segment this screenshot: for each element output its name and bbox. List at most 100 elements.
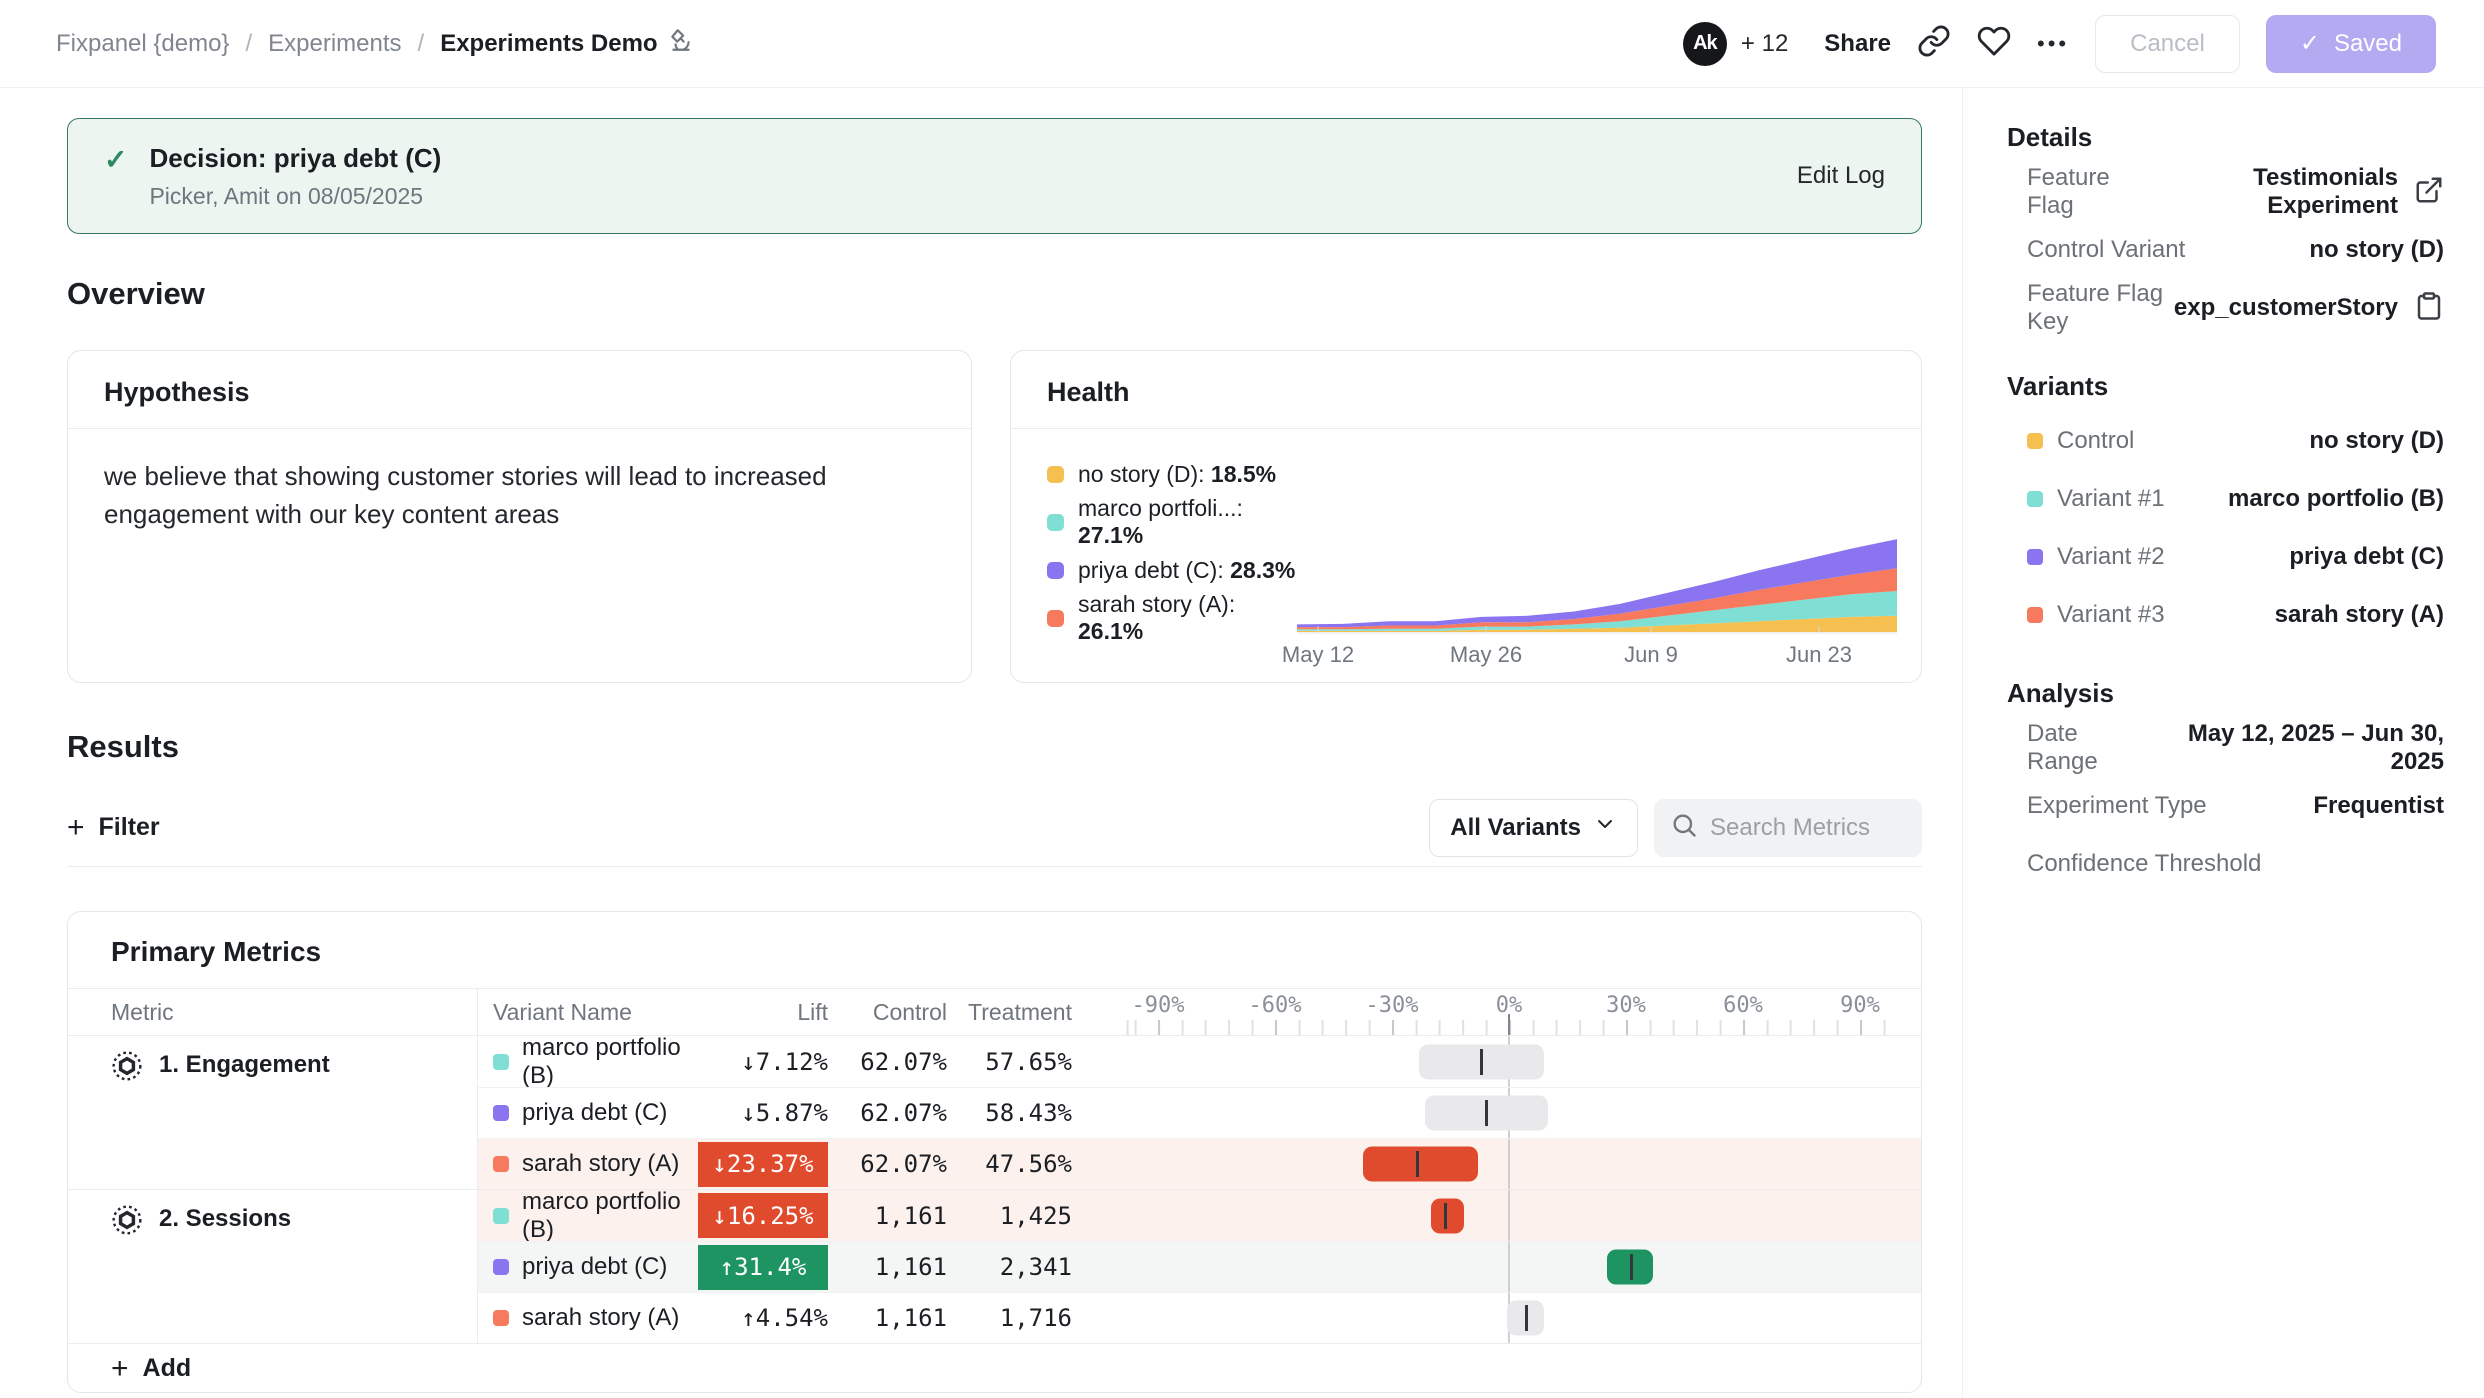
lift-value: ↓5.87% <box>741 1099 828 1127</box>
legend-swatch <box>1047 466 1064 483</box>
sidebar-row-value: Frequentist <box>2313 792 2444 820</box>
lift-cell: ↓7.12% <box>698 1036 828 1087</box>
variant-swatch <box>2027 607 2043 623</box>
breadcrumb-experiments[interactable]: Experiments <box>268 30 401 58</box>
ci-midline <box>1630 1254 1633 1280</box>
sidebar-row-label: Feature Flag Key <box>2027 280 2174 336</box>
hypothesis-text: we believe that showing customer stories… <box>68 429 948 561</box>
ci-plot-cell <box>1119 1139 1899 1189</box>
results-heading: Results <box>67 729 1922 765</box>
favorite-heart-icon[interactable] <box>1977 24 2011 63</box>
sidebar-row: Variant #3sarah story (A) <box>2007 586 2444 644</box>
control-value: 1,161 <box>828 1253 953 1281</box>
axis-tick-label: 60% <box>1723 993 1763 1018</box>
sidebar-section-heading: Variants <box>2007 371 2444 402</box>
breadcrumb-current[interactable]: Experiments Demo <box>440 27 693 60</box>
microscope-icon <box>668 27 694 60</box>
sidebar-row: Confidence Threshold <box>2007 835 2444 893</box>
primary-metrics-title: Primary Metrics <box>68 912 1921 989</box>
sidebar-row-value: May 12, 2025 – Jun 30, 2025 <box>2147 720 2444 776</box>
legend-item: marco portfoli...: 27.1% <box>1047 507 1297 537</box>
variant-swatch <box>493 1259 509 1275</box>
x-tick-label: Jun 9 <box>1624 642 1678 668</box>
legend-label: no story (D): 18.5% <box>1078 461 1276 488</box>
table-row: marco portfolio (B)↓7.12%62.07%57.65% <box>478 1036 1921 1087</box>
collaborators-count[interactable]: + 12 <box>1741 30 1788 58</box>
saved-button[interactable]: ✓ Saved <box>2266 15 2436 73</box>
ci-midline <box>1444 1203 1447 1229</box>
sidebar-row-label: Variant #3 <box>2057 601 2165 629</box>
metric-name[interactable]: 2. Sessions <box>159 1202 291 1233</box>
hypothesis-card: Hypothesis we believe that showing custo… <box>67 350 972 683</box>
lift-badge: ↑31.4% <box>698 1245 828 1290</box>
search-metrics-box[interactable] <box>1654 799 1922 857</box>
variants-dropdown[interactable]: All Variants <box>1429 799 1638 857</box>
health-chart: May 12May 26Jun 9Jun 23 <box>1297 459 1897 668</box>
variant-cell: priya debt (C) <box>478 1099 698 1127</box>
sidebar-section-heading: Details <box>2007 122 2444 153</box>
col-metric: Metric <box>68 989 478 1035</box>
clipboard-icon[interactable] <box>2398 291 2444 326</box>
share-button[interactable]: Share <box>1824 30 1891 58</box>
treatment-value: 1,716 <box>953 1304 1078 1332</box>
lift-cell: ↓23.37% <box>698 1139 828 1189</box>
sidebar-row-value: marco portfolio (B) <box>2228 485 2444 513</box>
sidebar-row-value: priya debt (C) <box>2289 543 2444 571</box>
sidebar-row: Variant #1 marco portfolio (B) <box>2007 470 2444 528</box>
treatment-value: 1,425 <box>953 1202 1078 1230</box>
variant-swatch <box>2027 549 2043 565</box>
decision-title: Decision: priya debt (C) <box>149 141 441 175</box>
variant-name: marco portfolio (B) <box>522 1034 698 1090</box>
hypothesis-title: Hypothesis <box>68 351 971 429</box>
edit-log-link[interactable]: Edit Log <box>1797 162 1885 190</box>
metric-cell: 2. Sessions <box>68 1190 478 1343</box>
zero-line <box>1508 1242 1510 1292</box>
cancel-button[interactable]: Cancel <box>2095 15 2240 73</box>
overview-heading: Overview <box>67 276 1922 312</box>
col-lift: Lift <box>698 989 828 1035</box>
external-link-icon[interactable] <box>2398 175 2444 210</box>
table-row: sarah story (A)↑4.54%1,1611,716 <box>478 1292 1921 1343</box>
topbar-actions: Ak + 12 Share ••• Cancel ✓ Saved <box>1683 15 2436 73</box>
sidebar-row: Experiment TypeFrequentist <box>2007 777 2444 835</box>
copy-link-icon[interactable] <box>1917 24 1951 63</box>
variant-name: marco portfolio (B) <box>522 1188 698 1244</box>
sidebar-row-value[interactable]: Testimonials Experiment <box>2148 164 2398 220</box>
more-menu-button[interactable]: ••• <box>2037 31 2069 57</box>
results-toolbar: + Filter All Variants <box>67 789 1922 867</box>
axis-tick-label: 0% <box>1496 993 1523 1018</box>
table-row: priya debt (C)↓5.87%62.07%58.43% <box>478 1087 1921 1138</box>
search-metrics-input[interactable] <box>1710 814 1900 842</box>
legend-swatch <box>1047 562 1064 579</box>
control-value: 1,161 <box>828 1202 953 1230</box>
ci-plot-cell <box>1119 1242 1899 1292</box>
avatar[interactable]: Ak <box>1683 22 1727 66</box>
plus-icon: + <box>67 811 85 845</box>
axis-tick-label: 30% <box>1606 993 1646 1018</box>
sidebar-row: Controlno story (D) <box>2007 412 2444 470</box>
variant-swatch <box>493 1208 509 1224</box>
breadcrumb-project[interactable]: Fixpanel {demo} <box>56 30 229 58</box>
sidebar-row-label: Confidence Threshold <box>2027 850 2261 878</box>
metric-name[interactable]: 1. Engagement <box>159 1048 330 1079</box>
decision-check-icon: ✓ <box>104 143 127 176</box>
lift-cell: ↑31.4% <box>698 1242 828 1292</box>
variant-name: priya debt (C) <box>522 1253 667 1281</box>
sidebar-row-label: Variant #1 <box>2057 485 2165 513</box>
col-treatment: Treatment <box>953 989 1078 1035</box>
add-metric-button[interactable]: + Add <box>68 1343 1921 1393</box>
col-variant-name: Variant Name <box>478 989 698 1035</box>
stacked-area-chart <box>1297 524 1897 634</box>
add-filter-button[interactable]: + Filter <box>67 811 160 845</box>
variant-cell: marco portfolio (B) <box>478 1188 698 1244</box>
details-sidebar: DetailsFeature FlagTestimonials Experime… <box>1962 88 2484 1398</box>
sidebar-row-value: no story (D) <box>2309 427 2444 455</box>
chart-x-axis: May 12May 26Jun 9Jun 23 <box>1297 634 1897 668</box>
variant-swatch <box>493 1054 509 1070</box>
ci-plot-cell <box>1119 1088 1899 1138</box>
axis-tick-label: -30% <box>1366 993 1419 1018</box>
table-row: sarah story (A)↓23.37%62.07%47.56% <box>478 1138 1921 1189</box>
health-legend: no story (D): 18.5% marco portfoli...: 27… <box>1047 459 1297 668</box>
variant-name: priya debt (C) <box>522 1099 667 1127</box>
legend-label: priya debt (C): 28.3% <box>1078 557 1295 584</box>
